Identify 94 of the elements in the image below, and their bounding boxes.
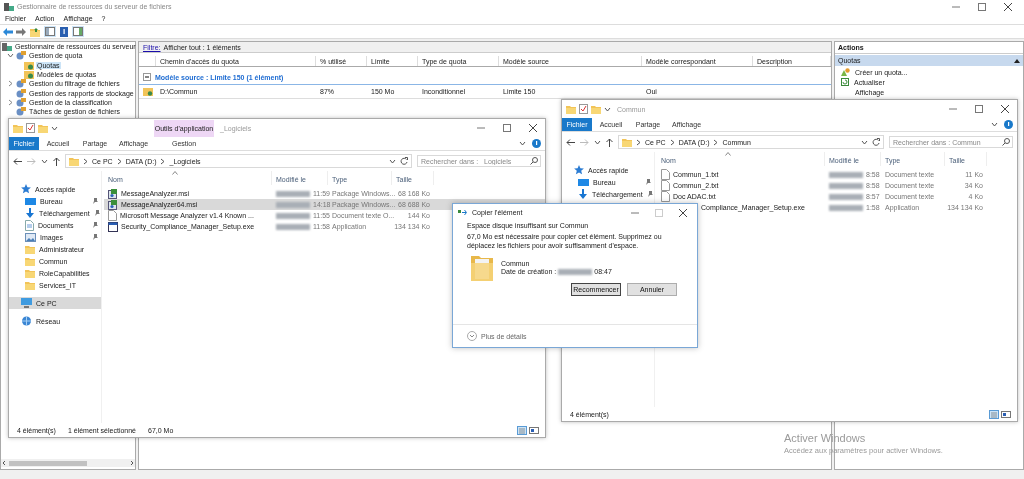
create-quota-icon xyxy=(841,68,850,76)
installer-icon xyxy=(108,199,118,210)
properties-icon[interactable] xyxy=(26,123,35,133)
document-icon xyxy=(25,219,34,231)
details-view-icon[interactable] xyxy=(517,425,527,435)
folder-icon xyxy=(471,254,493,281)
close-icon[interactable] xyxy=(999,104,1011,114)
folder-icon xyxy=(25,256,35,266)
details-view-icon[interactable] xyxy=(989,409,999,419)
up-icon[interactable] xyxy=(606,137,613,147)
caret-icon[interactable] xyxy=(7,80,14,88)
folder-icon xyxy=(25,280,35,290)
quota-icon xyxy=(24,70,34,80)
refresh-icon[interactable] xyxy=(872,138,880,146)
blurred-date xyxy=(829,204,863,211)
refresh-icon[interactable] xyxy=(400,157,408,165)
action-pane-icon[interactable] xyxy=(73,27,83,36)
blurred-date xyxy=(829,171,863,178)
star-icon xyxy=(574,165,584,175)
desktop-icon xyxy=(25,196,36,206)
horizontal-scrollbar[interactable] xyxy=(1,459,135,467)
collapse-icon[interactable] xyxy=(1014,58,1020,63)
new-folder-icon xyxy=(38,123,48,133)
maximize-icon[interactable] xyxy=(976,1,988,12)
expand-details-icon[interactable] xyxy=(467,331,477,341)
folder-icon xyxy=(69,156,79,166)
new-folder-icon xyxy=(591,104,601,114)
back-icon[interactable] xyxy=(566,138,575,146)
help-icon[interactable] xyxy=(60,26,68,37)
close-icon[interactable] xyxy=(1002,1,1014,12)
quota-folder-icon xyxy=(143,87,153,96)
dropdown-icon[interactable] xyxy=(389,158,396,164)
forward-icon[interactable] xyxy=(16,27,26,36)
customize-icon[interactable] xyxy=(51,125,58,131)
maximize-icon[interactable] xyxy=(501,123,513,133)
expand-ribbon-icon[interactable] xyxy=(991,122,998,127)
scroll-left-icon[interactable] xyxy=(1,460,7,466)
folder-icon xyxy=(622,137,632,147)
installer-icon xyxy=(108,188,118,199)
chevron-icon xyxy=(83,157,88,165)
application-icon xyxy=(108,221,118,232)
chevron-icon xyxy=(713,138,719,146)
recent-icon[interactable] xyxy=(41,158,48,164)
customize-icon[interactable] xyxy=(604,106,611,112)
blurred-date xyxy=(829,182,863,189)
copy-icon xyxy=(458,209,468,216)
tiles-view-icon[interactable] xyxy=(1001,409,1011,419)
dropdown-icon[interactable] xyxy=(861,139,868,145)
recent-icon[interactable] xyxy=(594,139,601,145)
chevron-icon xyxy=(669,138,675,146)
blurred-date xyxy=(276,190,310,197)
chevron-icon xyxy=(636,138,641,146)
expand-ribbon-icon[interactable] xyxy=(519,141,526,146)
download-icon xyxy=(578,189,588,199)
blurred-date xyxy=(276,201,310,208)
folder-icon xyxy=(25,268,35,278)
sort-icon xyxy=(725,152,731,156)
blurred-date xyxy=(276,223,310,230)
chevron-icon xyxy=(116,157,122,165)
help-icon[interactable] xyxy=(532,139,541,148)
refresh-icon xyxy=(841,78,849,86)
text-file-icon xyxy=(661,169,670,180)
close-icon[interactable] xyxy=(677,207,689,218)
folder-icon xyxy=(25,244,35,254)
picture-icon xyxy=(25,232,36,242)
tiles-view-icon[interactable] xyxy=(529,425,539,435)
blurred-date xyxy=(276,212,310,219)
caret-icon[interactable] xyxy=(7,98,14,106)
chevron-icon xyxy=(160,157,166,165)
folder-icon xyxy=(13,123,23,133)
blurred-date xyxy=(829,193,863,200)
text-file-icon xyxy=(661,180,670,191)
maximize-icon[interactable] xyxy=(973,104,985,114)
download-icon xyxy=(25,208,35,218)
text-file-icon xyxy=(108,210,117,221)
blurred-date xyxy=(558,268,593,275)
help-icon[interactable] xyxy=(1004,120,1013,129)
quota-icon xyxy=(24,60,34,70)
app-icon xyxy=(4,2,14,11)
caret-icon[interactable] xyxy=(7,52,14,60)
console-tree-icon[interactable] xyxy=(45,27,55,36)
scroll-right-icon[interactable] xyxy=(129,460,135,466)
properties-icon[interactable] xyxy=(579,104,588,114)
sort-icon xyxy=(172,171,178,175)
back-icon[interactable] xyxy=(13,157,22,165)
computer-icon xyxy=(21,298,32,308)
desktop-icon xyxy=(578,177,589,187)
server-icon xyxy=(2,42,12,52)
up-icon[interactable] xyxy=(53,156,60,166)
folder-icon xyxy=(566,104,576,114)
up-folder-icon[interactable] xyxy=(30,26,40,37)
network-icon xyxy=(21,316,32,326)
close-icon[interactable] xyxy=(527,123,539,133)
star-icon xyxy=(21,184,31,194)
